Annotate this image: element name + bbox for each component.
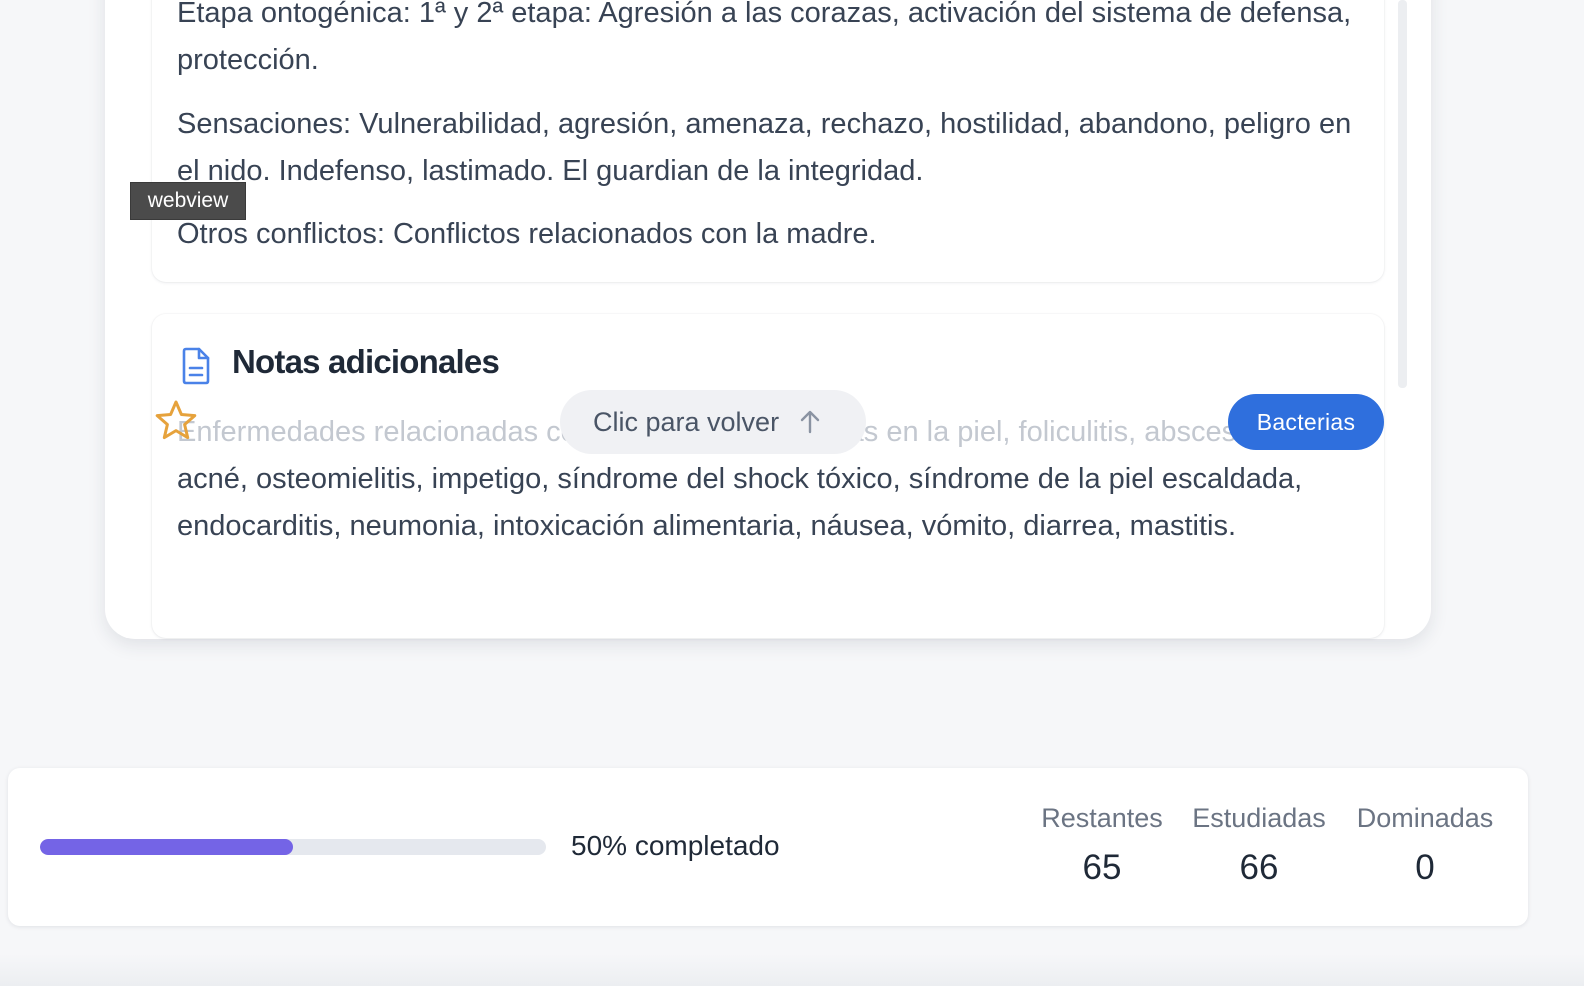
webview-debug-tag: webview (130, 182, 246, 220)
progress-label: 50% completado (571, 830, 780, 861)
notes-title: Notas adicionales (232, 343, 500, 380)
stat-remaining: Restantes 65 (1035, 803, 1169, 888)
stat-studied: Estudiadas 66 (1186, 803, 1332, 888)
stat-mastered: Dominadas 0 (1350, 803, 1500, 888)
flip-back-button[interactable]: Clic para volver (560, 390, 866, 454)
paragraph-other-conflicts: Otros conflictos: Conflictos relacionado… (177, 218, 877, 250)
document-icon (180, 347, 212, 385)
stat-value: 65 (1082, 848, 1122, 887)
stat-label: Restantes (1041, 803, 1163, 833)
progress-bar (40, 839, 546, 855)
progress-bar-fill (40, 839, 293, 855)
category-badge: Bacterias (1228, 394, 1384, 450)
paragraph-sensations: Sensaciones: Vulnerabilidad, agresión, a… (177, 108, 1352, 187)
flip-back-label: Clic para volver (593, 406, 780, 437)
notes-text-body: acné, osteomielitis, impetigo, síndrome … (177, 463, 1303, 542)
card-scrollbar[interactable] (1398, 0, 1407, 388)
arrow-up-icon (800, 410, 820, 434)
stat-value: 66 (1239, 848, 1279, 887)
paragraph-ontogenic-stage: Etapa ontogénica: 1ª y 2ª etapa: Agresió… (177, 0, 1352, 76)
stat-value: 0 (1415, 848, 1435, 887)
star-icon[interactable] (153, 398, 199, 444)
stat-label: Dominadas (1356, 803, 1494, 833)
window-bottom-edge (0, 954, 1584, 986)
stat-label: Estudiadas (1192, 803, 1326, 833)
